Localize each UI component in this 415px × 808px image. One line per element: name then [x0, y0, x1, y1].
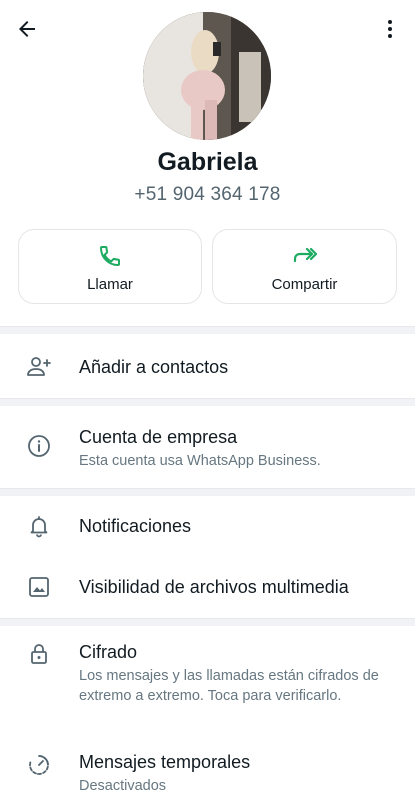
- image-icon: [29, 577, 49, 597]
- call-button[interactable]: Llamar: [18, 229, 202, 304]
- disappearing-messages-subtitle: Desactivados: [79, 778, 167, 794]
- profile-photo-image: [143, 12, 271, 140]
- lock-icon: [31, 644, 47, 664]
- disappearing-messages-row[interactable]: Mensajes temporales Desactivados: [0, 740, 415, 808]
- business-account-row[interactable]: Cuenta de empresa Esta cuenta usa WhatsA…: [0, 406, 415, 488]
- timer-icon: [29, 755, 49, 775]
- notifications-label: Notificaciones: [79, 516, 192, 536]
- bell-icon: [30, 516, 48, 538]
- share-label: Compartir: [271, 276, 338, 293]
- business-account-title: Cuenta de empresa: [79, 427, 238, 447]
- add-to-contacts-row[interactable]: Añadir a contactos: [0, 334, 415, 398]
- more-vertical-icon: [388, 20, 392, 38]
- section-divider: [0, 326, 415, 334]
- call-label: Llamar: [87, 276, 133, 293]
- back-button[interactable]: [12, 14, 42, 44]
- arrow-left-icon: [19, 21, 35, 37]
- info-icon: [28, 435, 50, 457]
- notifications-row[interactable]: Notificaciones: [0, 496, 415, 556]
- contact-name: Gabriela: [157, 148, 258, 176]
- section-divider: [0, 398, 415, 406]
- profile-photo[interactable]: [143, 12, 271, 140]
- more-options-button[interactable]: [375, 14, 405, 44]
- section-divider: [0, 618, 415, 626]
- disappearing-messages-title: Mensajes temporales: [79, 752, 251, 772]
- media-visibility-label: Visibilidad de archivos multimedia: [79, 577, 349, 597]
- share-button[interactable]: Compartir: [212, 229, 397, 304]
- person-add-icon: [27, 357, 51, 376]
- media-visibility-row[interactable]: Visibilidad de archivos multimedia: [0, 556, 415, 618]
- contact-phone: +51 904 364 178: [134, 184, 281, 205]
- encryption-subtitle: Los mensajes y las llamadas están cifrad…: [79, 668, 379, 704]
- encryption-title: Cifrado: [79, 642, 138, 662]
- section-divider: [0, 488, 415, 496]
- business-account-subtitle: Esta cuenta usa WhatsApp Business.: [79, 453, 321, 469]
- phone-icon: [100, 246, 120, 266]
- add-to-contacts-label: Añadir a contactos: [79, 357, 229, 377]
- encryption-row[interactable]: Cifrado Los mensajes y las llamadas está…: [0, 626, 415, 732]
- forward-icon: [293, 247, 317, 263]
